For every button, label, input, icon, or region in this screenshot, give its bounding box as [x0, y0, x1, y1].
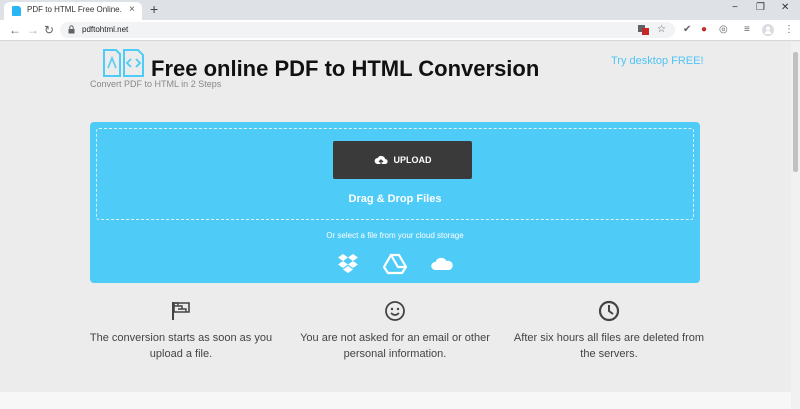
- cloud-storage-text: Or select a file from your cloud storage: [326, 231, 464, 240]
- feature-text: The conversion starts as soon as you upl…: [89, 332, 273, 360]
- google-drive-icon[interactable]: [383, 253, 407, 275]
- pdf-to-html-logo-icon: [103, 49, 144, 77]
- tab-favicon-icon: [12, 6, 21, 16]
- back-button[interactable]: ←: [9, 23, 21, 37]
- star-icon[interactable]: ☆: [657, 23, 666, 37]
- extension-icon[interactable]: ●: [701, 23, 707, 37]
- page-subtitle: Convert PDF to HTML in 2 Steps: [90, 79, 222, 89]
- extension-icon[interactable]: ◎: [719, 23, 728, 37]
- extension-icon[interactable]: ≡: [744, 23, 750, 37]
- restore-button[interactable]: ❐: [756, 2, 765, 14]
- browser-tab-bar: PDF to HTML Free Online. × + − ❐ ✕: [0, 0, 800, 20]
- browser-toolbar: ← → ↻ pdftohtml.net ☆ ✔ ● ◎ ≡ ⋮: [0, 20, 800, 41]
- reload-button[interactable]: ↻: [44, 23, 54, 37]
- bottom-section: [0, 392, 791, 409]
- translate-icon[interactable]: [638, 25, 649, 35]
- feature-conversion: The conversion starts as soon as you upl…: [81, 300, 281, 362]
- try-desktop-link[interactable]: Try desktop FREE!: [611, 55, 704, 67]
- onedrive-icon[interactable]: [430, 253, 454, 275]
- forward-button[interactable]: →: [27, 23, 39, 37]
- clock-icon: [598, 300, 620, 322]
- flag-icon: [172, 302, 190, 320]
- page-scrollbar[interactable]: [791, 42, 800, 409]
- url-text: pdftohtml.net: [82, 25, 129, 34]
- browser-tab[interactable]: PDF to HTML Free Online. ×: [4, 2, 142, 20]
- minimize-button[interactable]: −: [732, 2, 738, 14]
- smiley-icon: [385, 301, 405, 321]
- new-tab-button[interactable]: +: [150, 1, 158, 17]
- tab-close-button[interactable]: ×: [129, 4, 135, 16]
- address-bar[interactable]: pdftohtml.net ☆: [60, 22, 675, 38]
- upload-button[interactable]: UPLOAD: [333, 141, 472, 179]
- drop-zone[interactable]: UPLOAD Drag & Drop Files: [96, 128, 694, 220]
- profile-icon[interactable]: [762, 24, 774, 36]
- lock-icon: [68, 25, 75, 34]
- tab-title: PDF to HTML Free Online.: [27, 5, 122, 14]
- dropbox-icon[interactable]: [336, 253, 360, 275]
- cloud-upload-icon: [374, 155, 388, 166]
- feature-text: You are not asked for an email or other …: [300, 332, 490, 360]
- close-window-button[interactable]: ✕: [781, 2, 789, 14]
- menu-icon[interactable]: ⋮: [784, 23, 794, 37]
- upload-panel: UPLOAD Drag & Drop Files Or select a fil…: [90, 122, 700, 283]
- feature-privacy: You are not asked for an email or other …: [295, 300, 495, 362]
- drag-drop-text: Drag & Drop Files: [348, 193, 442, 205]
- feature-text: After six hours all files are deleted fr…: [513, 332, 705, 360]
- extension-icon[interactable]: ✔: [683, 23, 691, 37]
- upload-button-label: UPLOAD: [393, 155, 432, 165]
- scrollbar-thumb[interactable]: [793, 52, 798, 172]
- feature-deletion: After six hours all files are deleted fr…: [509, 300, 709, 362]
